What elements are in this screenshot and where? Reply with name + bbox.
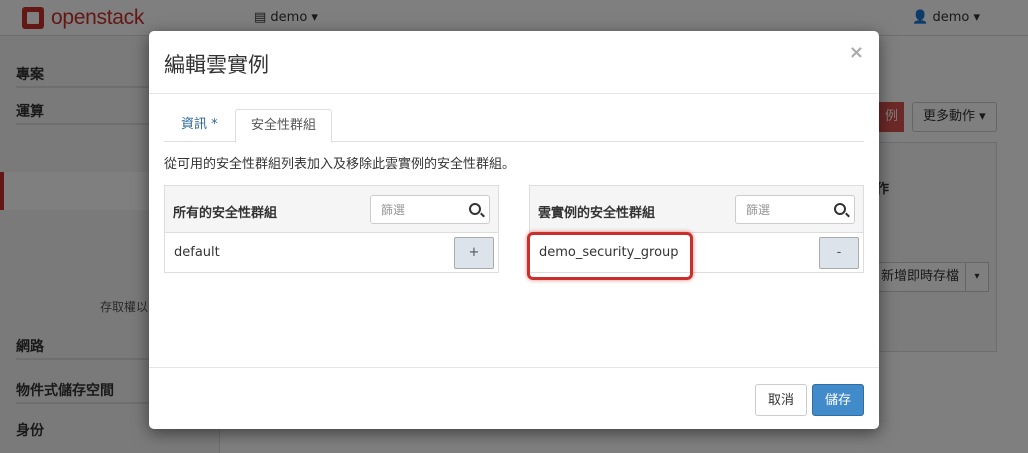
modal-footer: 取消 儲存 <box>149 367 879 429</box>
cancel-button[interactable]: 取消 <box>755 384 808 416</box>
tab-info[interactable]: 資訊 * <box>166 109 233 142</box>
filter-field[interactable] <box>735 195 855 224</box>
remove-security-group-button[interactable]: - <box>819 237 859 269</box>
pane-title: 所有的安全性群組 <box>173 206 278 221</box>
pane-header: 所有的安全性群組 <box>165 186 498 233</box>
tab-security-groups[interactable]: 安全性群組 <box>235 109 333 143</box>
search-icon[interactable] <box>469 203 481 215</box>
highlight-annotation <box>527 232 693 280</box>
add-security-group-button[interactable]: + <box>454 237 494 269</box>
list-item: default + <box>165 233 498 273</box>
modal-title: 編輯雲實例 <box>164 53 269 77</box>
help-text: 從可用的安全性群組列表加入及移除此雲實例的安全性群組。 <box>164 157 516 172</box>
modal-header: 編輯雲實例 × <box>149 31 879 94</box>
pane-header: 雲實例的安全性群組 <box>530 186 863 233</box>
filter-input[interactable] <box>371 196 461 223</box>
pane-title: 雲實例的安全性群組 <box>538 206 656 221</box>
edit-instance-dialog: 編輯雲實例 × 資訊 * 安全性群組 從可用的安全性群組列表加入及移除此雲實例的… <box>149 31 879 429</box>
security-group-name: default <box>174 245 220 260</box>
save-button[interactable]: 儲存 <box>812 384 865 416</box>
available-security-groups: 所有的安全性群組 default + <box>164 185 499 273</box>
filter-field[interactable] <box>370 195 490 224</box>
search-icon[interactable] <box>834 203 846 215</box>
modal-tabs: 資訊 * 安全性群組 <box>164 109 864 143</box>
close-icon[interactable]: × <box>849 42 864 63</box>
filter-input[interactable] <box>736 196 826 223</box>
